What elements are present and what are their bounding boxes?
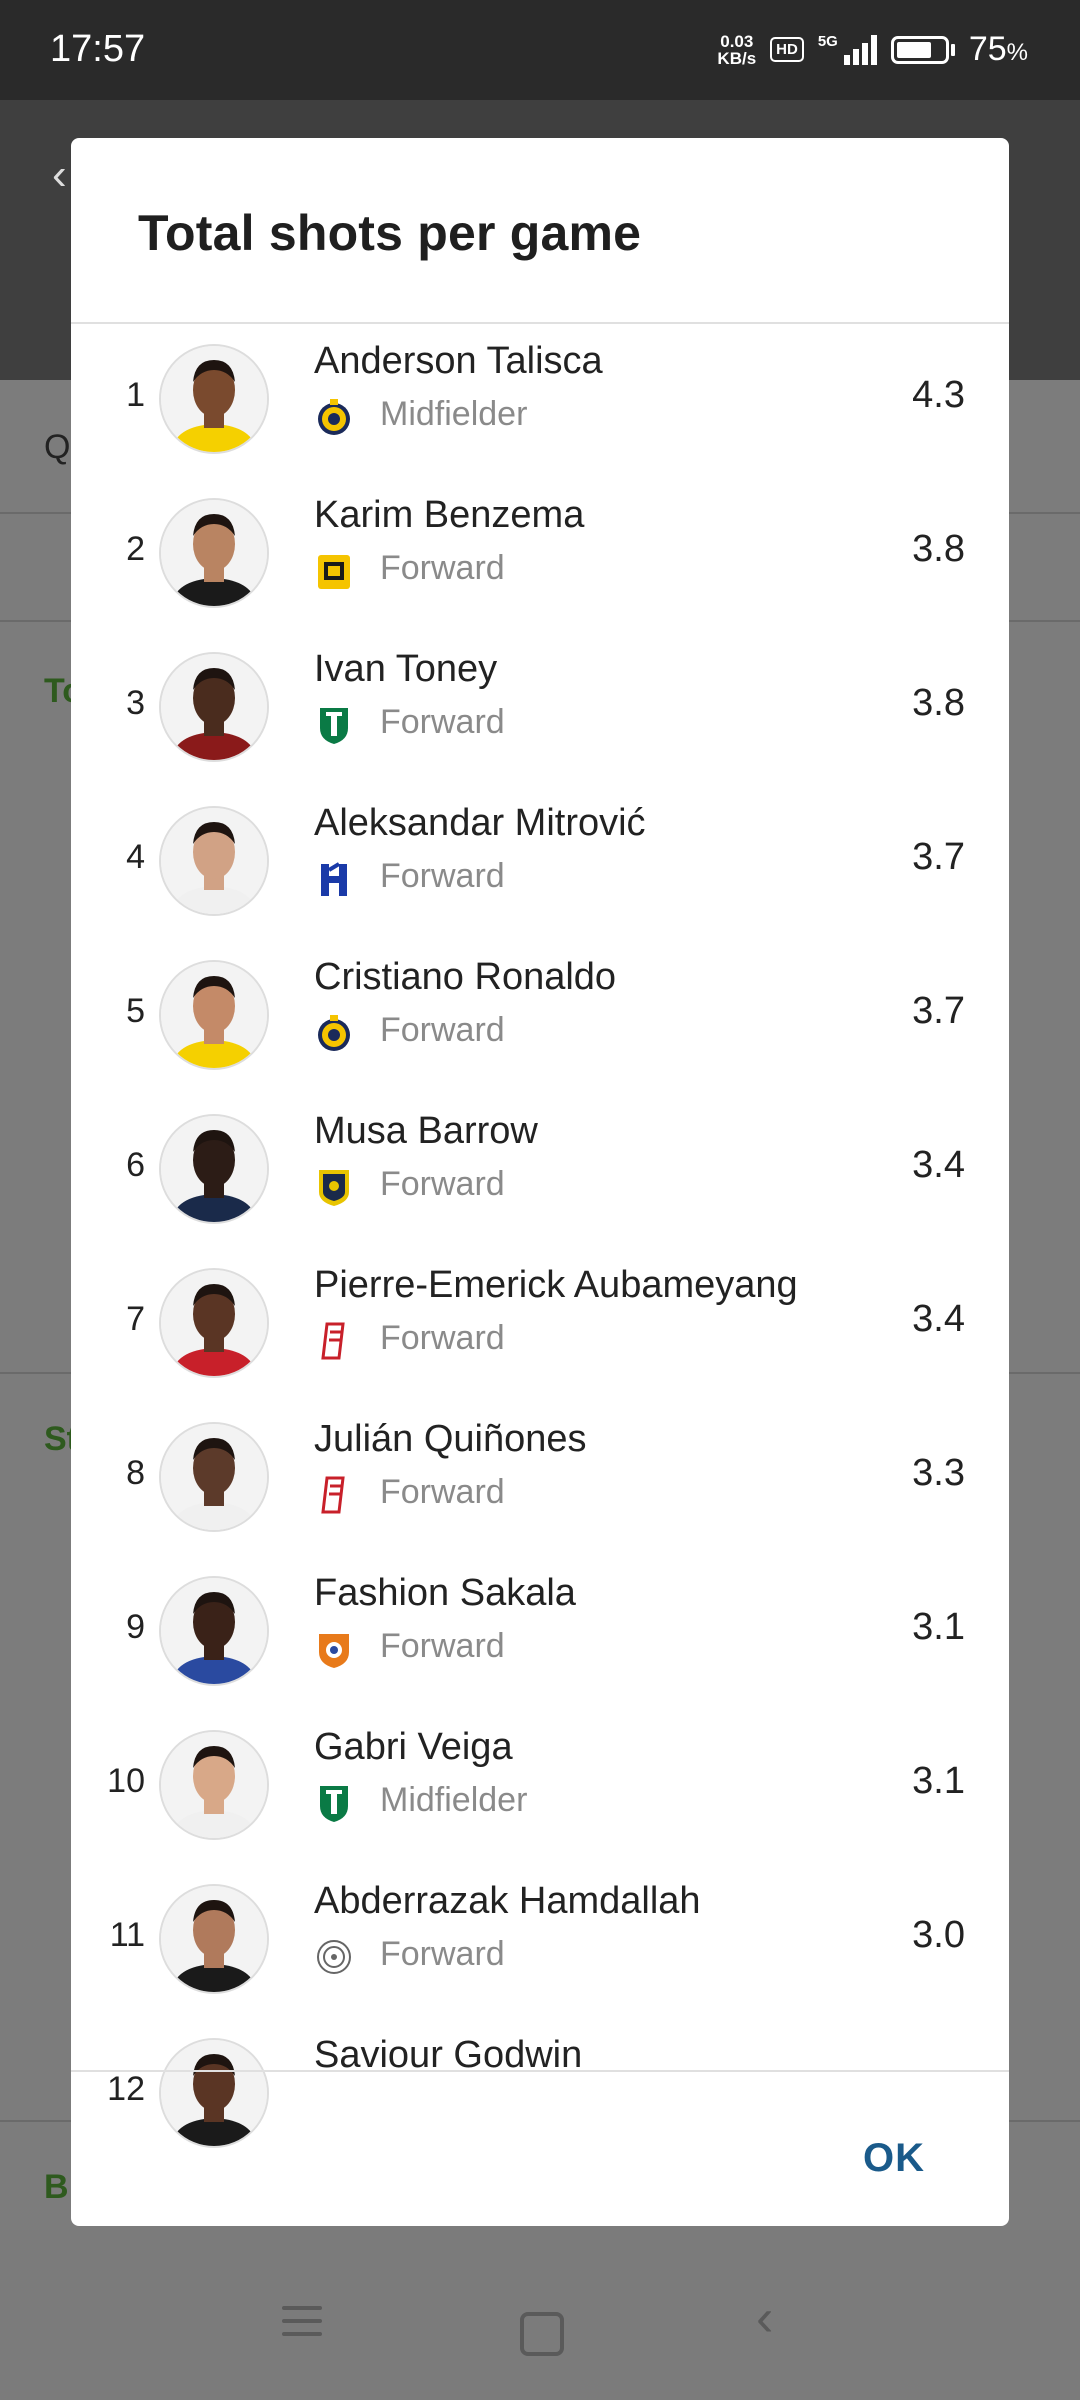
rank-number: 3 bbox=[126, 684, 145, 722]
al-hilal-crest-icon bbox=[315, 858, 353, 900]
rank-number: 1 bbox=[126, 376, 145, 414]
player-avatar bbox=[159, 652, 269, 762]
al-ahli-crest-icon bbox=[315, 1782, 353, 1824]
player-name: Abderrazak Hamdallah bbox=[314, 1880, 701, 1922]
player-avatar bbox=[159, 1268, 269, 1378]
divider bbox=[71, 2070, 1009, 2072]
player-position: Midfielder bbox=[380, 395, 528, 433]
rank-number: 9 bbox=[126, 1608, 145, 1646]
player-position: Forward bbox=[380, 1627, 505, 1665]
background-section-title: B bbox=[44, 2168, 69, 2206]
shots-value: 3.1 bbox=[912, 1760, 965, 1802]
player-avatar bbox=[159, 1576, 269, 1686]
signal-icon: 5G bbox=[817, 32, 877, 65]
battery-icon bbox=[890, 35, 955, 64]
player-position: Forward bbox=[380, 1011, 505, 1049]
status-bar: 17:57 0.03 KB/s HD 5G 75% bbox=[0, 0, 1080, 100]
player-avatar bbox=[159, 2038, 269, 2148]
player-avatar bbox=[159, 806, 269, 916]
stats-dialog: Total shots per game 1 Anderson Talisca Mi… bbox=[71, 138, 1009, 2226]
shots-value: 3.4 bbox=[912, 1144, 965, 1186]
network-speed: 0.03 KB/s bbox=[717, 31, 757, 68]
network-type: 5G bbox=[817, 32, 838, 50]
player-name: Cristiano Ronaldo bbox=[314, 956, 617, 998]
player-row[interactable]: 2 Karim Benzema Forward 3.8 bbox=[71, 478, 1009, 632]
player-position: Forward bbox=[380, 703, 505, 741]
rank-number: 4 bbox=[126, 838, 145, 876]
player-name: Gabri Veiga bbox=[314, 1726, 513, 1768]
menu-icon[interactable] bbox=[282, 2306, 322, 2345]
player-position: Forward bbox=[380, 1319, 505, 1357]
player-avatar bbox=[159, 1114, 269, 1224]
background-fragment: Q bbox=[44, 428, 71, 466]
player-avatar bbox=[159, 1884, 269, 1994]
player-name: Julián Quiñones bbox=[314, 1418, 587, 1460]
shots-value: 3.8 bbox=[912, 682, 965, 724]
shots-value: 3.1 bbox=[912, 1606, 965, 1648]
player-row[interactable]: 10 Gabri Veiga Midfielder 3.1 bbox=[71, 1710, 1009, 1864]
player-name: Pierre-Emerick Aubameyang bbox=[314, 1264, 798, 1306]
player-row[interactable]: 6 Musa Barrow Forward 3.4 bbox=[71, 1094, 1009, 1248]
shots-value: 3.3 bbox=[912, 1452, 965, 1494]
al-ahli-crest-icon bbox=[315, 704, 353, 746]
rank-number: 2 bbox=[126, 530, 145, 568]
shots-value: 3.4 bbox=[912, 1298, 965, 1340]
player-name: Ivan Toney bbox=[314, 648, 498, 690]
player-position: Forward bbox=[380, 857, 505, 895]
status-icons: 0.03 KB/s HD 5G 75% bbox=[717, 30, 1028, 69]
al-qadsiah-crest-icon bbox=[315, 1320, 353, 1362]
shots-value: 3.8 bbox=[912, 528, 965, 570]
player-position: Forward bbox=[380, 1473, 505, 1511]
al-nassr-crest-icon bbox=[315, 1012, 353, 1054]
player-name: Karim Benzema bbox=[314, 494, 585, 536]
rank-number: 7 bbox=[126, 1300, 145, 1338]
player-avatar bbox=[159, 1730, 269, 1840]
al-ittihad-crest-icon bbox=[315, 550, 353, 592]
player-row[interactable]: 11 Abderrazak Hamdallah Forward 3.0 bbox=[71, 1864, 1009, 2018]
back-icon[interactable]: ‹ bbox=[756, 2288, 773, 2348]
rank-number: 5 bbox=[126, 992, 145, 1030]
rank-number: 10 bbox=[107, 1762, 145, 1800]
shots-value: 3.7 bbox=[912, 836, 965, 878]
player-row[interactable]: 5 Cristiano Ronaldo Forward 3.7 bbox=[71, 940, 1009, 1094]
player-position: Forward bbox=[380, 549, 505, 587]
dialog-title: Total shots per game bbox=[138, 205, 642, 261]
player-name: Fashion Sakala bbox=[314, 1572, 576, 1614]
ok-button[interactable]: OK bbox=[863, 2136, 925, 2181]
rank-number: 6 bbox=[126, 1146, 145, 1184]
al-fayha-crest-icon bbox=[315, 1628, 353, 1670]
player-avatar bbox=[159, 344, 269, 454]
shots-value: 3.0 bbox=[912, 1914, 965, 1956]
player-position: Midfielder bbox=[380, 1781, 528, 1819]
status-time: 17:57 bbox=[50, 28, 146, 70]
shots-value: 4.3 bbox=[912, 374, 965, 416]
player-position: Forward bbox=[380, 1935, 505, 1973]
al-nassr-crest-icon bbox=[315, 396, 353, 438]
shots-value: 3.7 bbox=[912, 990, 965, 1032]
player-name: Aleksandar Mitrović bbox=[314, 802, 646, 844]
player-avatar bbox=[159, 498, 269, 608]
player-row[interactable]: 3 Ivan Toney Forward 3.8 bbox=[71, 632, 1009, 786]
player-row[interactable]: 1 Anderson Talisca Midfielder 4.3 bbox=[71, 324, 1009, 478]
player-name: Anderson Talisca bbox=[314, 340, 603, 382]
home-icon[interactable] bbox=[520, 2312, 564, 2356]
player-list[interactable]: 1 Anderson Talisca Midfielder 4.3 2 Karim Ben… bbox=[71, 324, 1009, 2208]
rank-number: 11 bbox=[109, 1916, 145, 1954]
hd-icon: HD bbox=[770, 37, 804, 62]
battery-percent: 75% bbox=[968, 30, 1028, 68]
player-row[interactable]: 4 Aleksandar Mitrović Forward 3.7 bbox=[71, 786, 1009, 940]
al-qadsiah-crest-icon bbox=[315, 1474, 353, 1516]
player-row[interactable]: 7 Pierre-Emerick Aubameyang Forward 3.4 bbox=[71, 1248, 1009, 1402]
rank-number: 8 bbox=[126, 1454, 145, 1492]
player-row[interactable]: 8 Julián Quiñones Forward 3.3 bbox=[71, 1402, 1009, 1556]
player-row[interactable]: 9 Fashion Sakala Forward 3.1 bbox=[71, 1556, 1009, 1710]
al-taawoun-crest-icon bbox=[315, 1166, 353, 1208]
rank-number: 12 bbox=[107, 2070, 145, 2108]
player-avatar bbox=[159, 960, 269, 1070]
back-arrow-icon: ‹ bbox=[52, 150, 67, 199]
player-name: Musa Barrow bbox=[314, 1110, 538, 1152]
player-avatar bbox=[159, 1422, 269, 1532]
player-position: Forward bbox=[380, 1165, 505, 1203]
al-shabab-crest-icon bbox=[315, 1936, 353, 1978]
